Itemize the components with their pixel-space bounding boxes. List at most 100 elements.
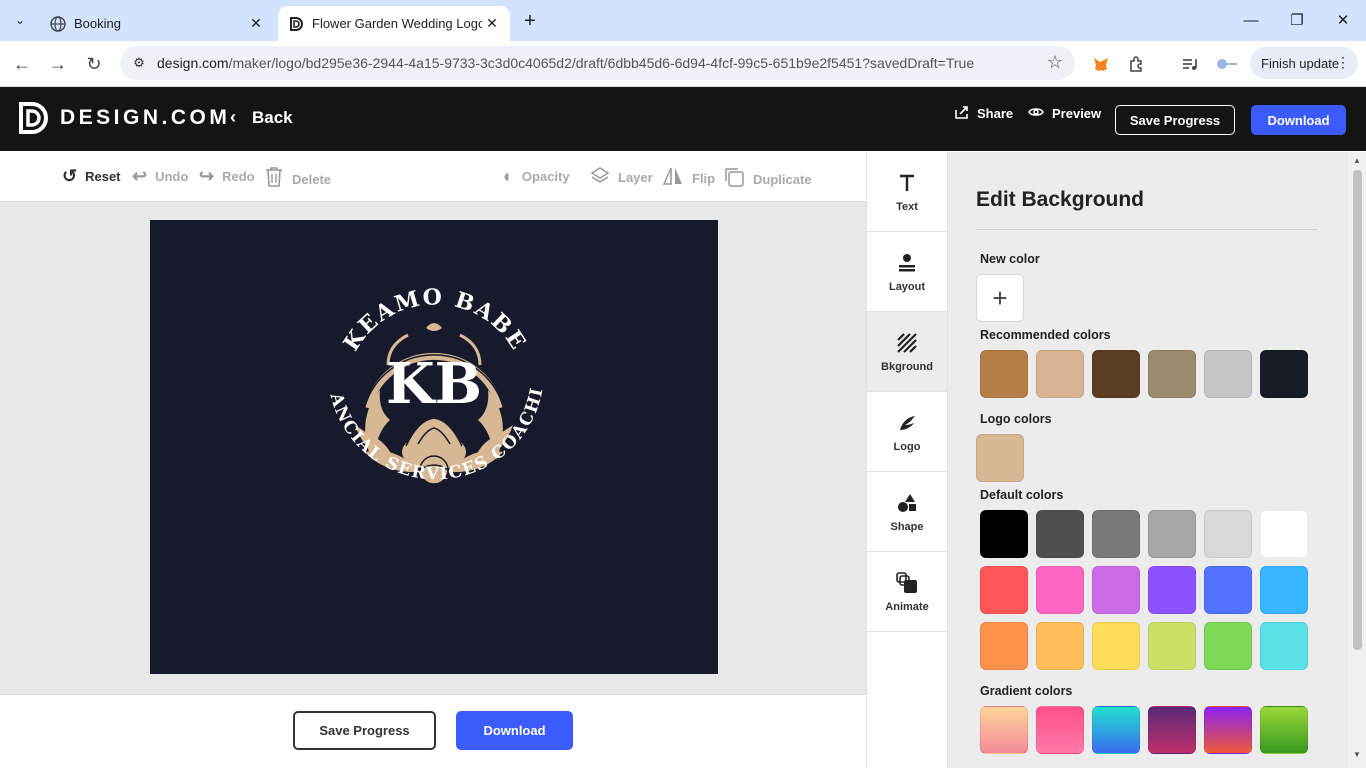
share-button[interactable]: Share (954, 105, 1013, 122)
sidebar-item-logo[interactable]: Logo (867, 392, 947, 472)
back-link[interactable]: ‹ Back (230, 107, 293, 128)
editor-sidebar: Text Layout Bkground Logo Shape Animate (866, 152, 948, 768)
panel-scrollbar[interactable]: ▲ ▼ (1348, 152, 1366, 768)
scrollbar-thumb[interactable] (1353, 170, 1362, 650)
default-color-swatch[interactable] (1148, 510, 1196, 558)
tab-booking[interactable]: Booking ✕ (40, 6, 274, 41)
site-settings-icon[interactable]: ⚙ (130, 54, 148, 72)
default-color-swatch[interactable] (1260, 510, 1308, 558)
recommended-color-swatch[interactable] (1092, 350, 1140, 398)
default-color-swatch[interactable] (1092, 622, 1140, 670)
recommended-color-swatch[interactable] (980, 350, 1028, 398)
save-progress-button[interactable]: Save Progress (1115, 105, 1235, 135)
logo-monogram[interactable]: KB (386, 351, 482, 417)
logo-artwork[interactable]: KEAMO BABE KB ANCIAL SERVICES COACHI (141, 205, 718, 674)
gradient-color-swatch[interactable] (1036, 706, 1084, 754)
new-tab-button[interactable]: + (518, 9, 542, 33)
forward-arrow-icon[interactable]: → (45, 51, 71, 77)
logo-top-text[interactable]: KEAMO BABE (338, 284, 531, 355)
duplicate-button[interactable]: Duplicate (723, 166, 812, 193)
default-color-swatch[interactable] (1148, 566, 1196, 614)
tab-search-button[interactable]: ⌄ (8, 8, 32, 32)
close-tab-icon[interactable]: ✕ (246, 14, 266, 34)
divider (976, 229, 1318, 230)
minimize-icon[interactable]: — (1228, 0, 1274, 40)
restore-icon[interactable]: ❐ (1274, 0, 1320, 40)
gradient-color-swatch[interactable] (980, 706, 1028, 754)
default-color-swatch[interactable] (1036, 622, 1084, 670)
logo-color-swatch[interactable] (976, 434, 1024, 482)
gradient-color-swatch[interactable] (1148, 706, 1196, 754)
sidebar-item-shape[interactable]: Shape (867, 472, 947, 552)
design-com-favicon (288, 16, 304, 32)
recommended-color-swatch[interactable] (1148, 350, 1196, 398)
url-text[interactable]: design.com/maker/logo/bd295e36-2944-4a15… (157, 55, 974, 71)
default-color-swatch[interactable] (1036, 510, 1084, 558)
back-arrow-icon[interactable]: ← (9, 51, 35, 77)
default-color-swatch[interactable] (1092, 566, 1140, 614)
logo-canvas[interactable]: KEAMO BABE KB ANCIAL SERVICES COACHI (141, 205, 718, 674)
default-color-swatch[interactable] (1092, 510, 1140, 558)
metamask-extension-icon[interactable] (1088, 51, 1114, 77)
default-color-swatch[interactable] (1260, 566, 1308, 614)
layer-button[interactable]: Layer (590, 166, 653, 189)
default-color-swatch[interactable] (1148, 622, 1196, 670)
sidebar-item-animate[interactable]: Animate (867, 552, 947, 632)
trash-icon (264, 166, 284, 193)
extensions-puzzle-icon[interactable] (1124, 51, 1150, 77)
redo-button[interactable]: ↪ Redo (199, 166, 255, 187)
default-color-swatch[interactable] (980, 510, 1028, 558)
tab-title: Booking (74, 16, 121, 31)
default-color-swatch[interactable] (1204, 510, 1252, 558)
text-icon (898, 171, 916, 195)
brand-logo[interactable]: DESIGN.COM (18, 101, 230, 135)
edit-background-panel: Edit Background New color + Recommended … (948, 152, 1348, 768)
default-color-swatch[interactable] (1204, 622, 1252, 670)
bookmark-star-icon[interactable]: ☆ (1047, 52, 1063, 73)
reset-button[interactable]: ↺ Reset (62, 166, 121, 187)
save-progress-button-bottom[interactable]: Save Progress (293, 711, 436, 750)
more-vert-icon[interactable]: ⋮ (1336, 54, 1350, 71)
gradient-color-swatch[interactable] (1092, 706, 1140, 754)
gradient-color-swatch[interactable] (1260, 706, 1308, 754)
recommended-color-swatch[interactable] (1260, 350, 1308, 398)
scroll-down-icon[interactable]: ▼ (1353, 750, 1361, 759)
address-bar[interactable]: ⚙ design.com/maker/logo/bd295e36-2944-4a… (120, 46, 1075, 80)
add-color-button[interactable]: + (976, 274, 1024, 322)
default-color-swatch[interactable] (980, 566, 1028, 614)
logo-icon (897, 411, 917, 435)
gradient-color-swatch[interactable] (1204, 706, 1252, 754)
sidebar-item-background[interactable]: Bkground (867, 312, 947, 392)
undo-button[interactable]: ↩ Undo (132, 166, 188, 187)
shape-icon (897, 491, 917, 515)
plus-icon: + (992, 282, 1008, 313)
duplicate-icon (723, 166, 745, 193)
media-controls-icon[interactable] (1177, 51, 1203, 77)
close-window-icon[interactable]: ✕ (1320, 0, 1366, 40)
opacity-button[interactable]: ◐ Opacity (503, 166, 570, 187)
undo-icon: ↩ (132, 166, 148, 186)
close-tab-icon[interactable]: ✕ (482, 14, 502, 34)
download-button-bottom[interactable]: Download (456, 711, 573, 750)
reset-icon: ↺ (62, 166, 78, 186)
default-color-swatch[interactable] (1036, 566, 1084, 614)
default-color-swatch[interactable] (980, 622, 1028, 670)
default-color-swatch[interactable] (1204, 566, 1252, 614)
preview-button[interactable]: Preview (1028, 105, 1101, 121)
recommended-colors-label: Recommended colors (980, 328, 1111, 342)
download-button[interactable]: Download (1251, 105, 1346, 135)
delete-button[interactable]: Delete (264, 166, 331, 193)
sidebar-item-text[interactable]: Text (867, 152, 947, 232)
reload-icon[interactable]: ↻ (81, 51, 107, 77)
finish-update-button[interactable]: Finish update ⋮ (1250, 47, 1358, 79)
recommended-color-swatch[interactable] (1204, 350, 1252, 398)
tab-flower-garden[interactable]: Flower Garden Wedding Logo | ✕ (278, 6, 510, 41)
logo-colors-label: Logo colors (980, 412, 1052, 426)
scroll-up-icon[interactable]: ▲ (1353, 156, 1361, 165)
recommended-color-swatch[interactable] (1036, 350, 1084, 398)
default-color-swatch[interactable] (1260, 622, 1308, 670)
flip-button[interactable]: Flip (662, 166, 715, 191)
bottom-action-bar: Save Progress Download (0, 694, 866, 768)
sidebar-item-layout[interactable]: Layout (867, 232, 947, 312)
profile-avatar-icon[interactable] (1213, 51, 1239, 77)
